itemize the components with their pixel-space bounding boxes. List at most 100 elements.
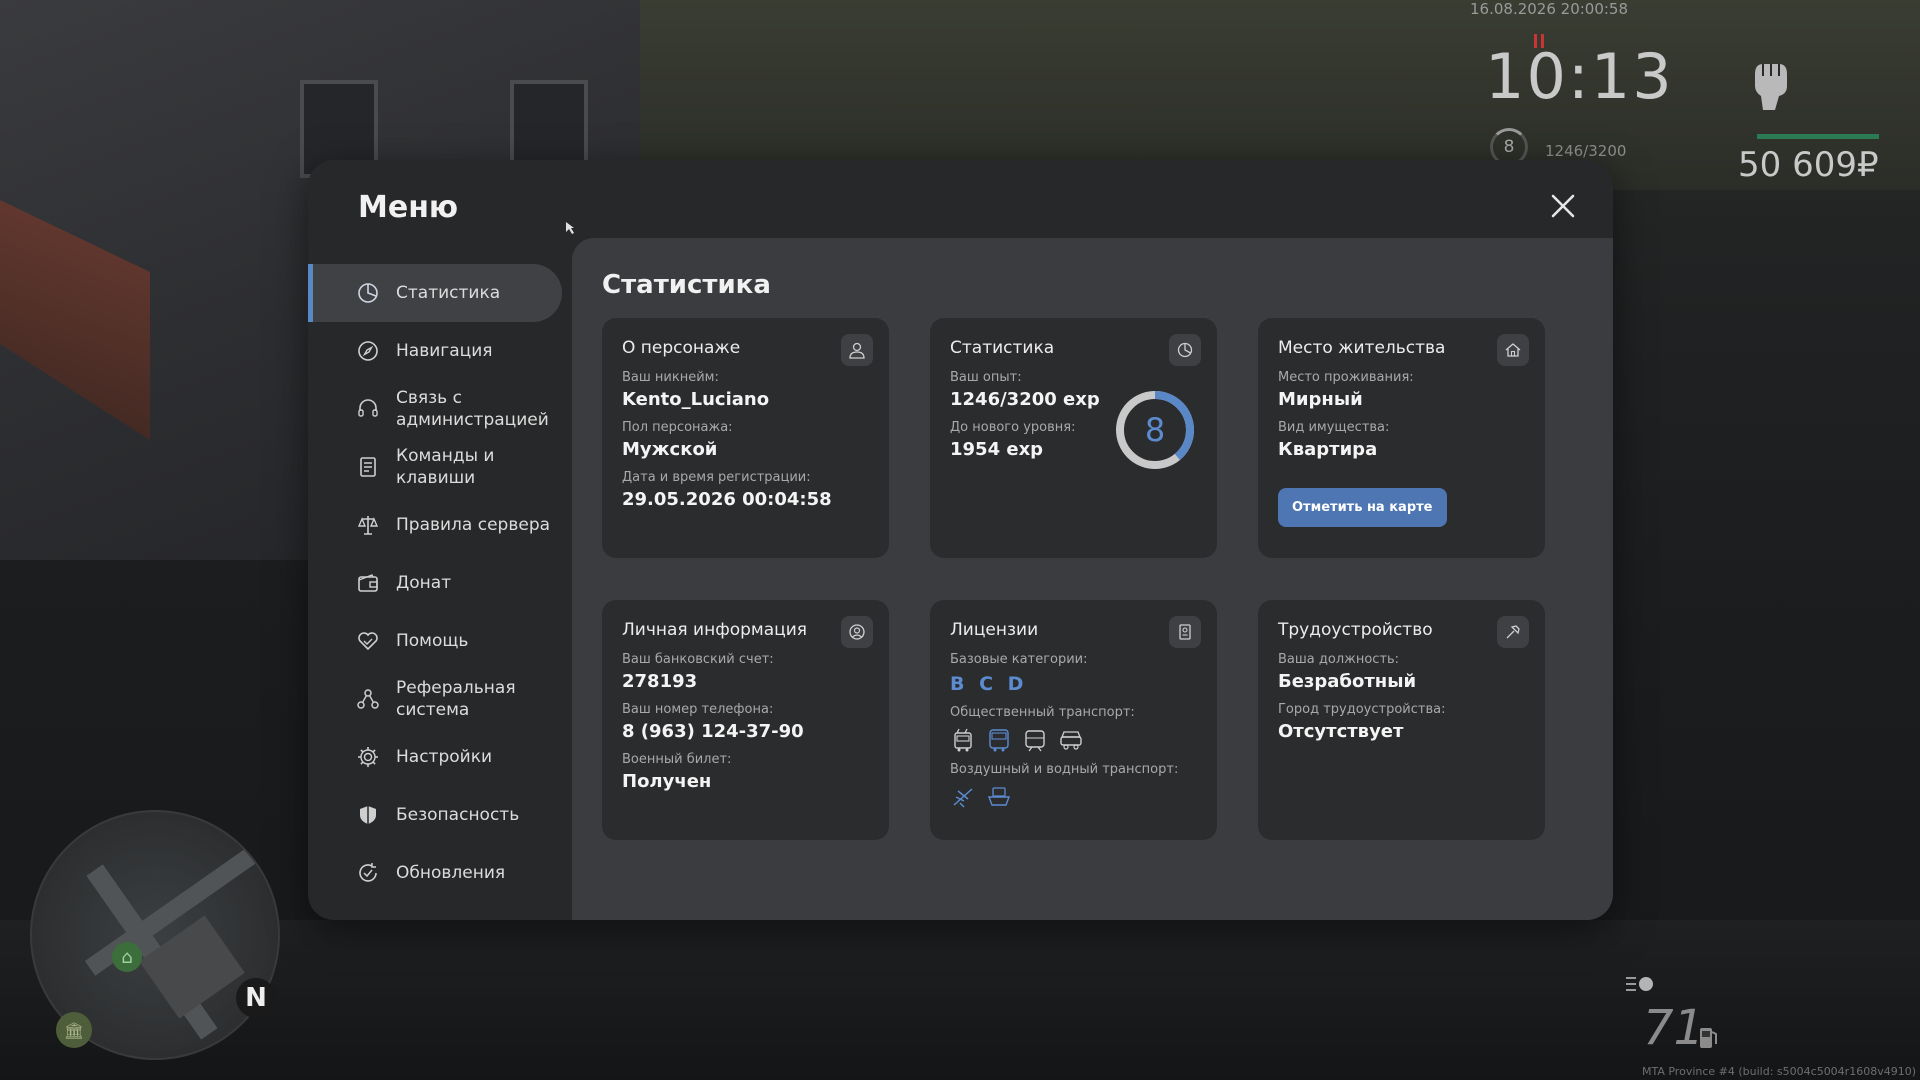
phone-value: 8 (963) 124-37-90 (622, 721, 804, 742)
wallet-icon (358, 574, 378, 592)
headlight-icon (1626, 977, 1653, 991)
pie-chart-icon (1177, 342, 1193, 358)
street (0, 920, 1920, 1080)
air-water-transport-icons (950, 785, 1197, 809)
hud-clock: 10:13 (1485, 40, 1674, 113)
sidebar-item-donate[interactable]: Донат (308, 554, 562, 612)
sidebar-item-label: Команды и клавиши (396, 446, 495, 488)
content-panel: Статистика О персонаже Ваш никнейм: Kent… (572, 238, 1613, 920)
card-personal-info: Личная информация Ваш банковский счет: 2… (602, 600, 889, 840)
home-icon: ⌂ (112, 942, 142, 972)
headset-icon (358, 399, 378, 417)
close-icon[interactable] (1545, 188, 1581, 224)
card-employment: Трудоустройство Ваша должность: Безработ… (1258, 600, 1545, 840)
boat-icon (987, 787, 1011, 806)
sidebar-item-security[interactable]: Безопасность (308, 786, 562, 844)
exp-label: Ваш опыт: (950, 370, 1022, 385)
sidebar-item-settings[interactable]: Настройки (308, 728, 562, 786)
card-icon-box (1497, 616, 1529, 648)
job-position-label: Ваша должность: (1278, 652, 1400, 667)
job-city-value: Отсутствует (1278, 721, 1404, 742)
mark-on-map-button[interactable]: Отметить на карте (1278, 488, 1447, 527)
fist-icon (1755, 64, 1787, 110)
menu-window: Меню Статистика Навигация Связь с админи… (308, 160, 1613, 920)
sidebar-item-label: Навигация (396, 341, 493, 361)
base-categories-label: Базовые категории: (950, 652, 1088, 667)
hud-date: 16.08.2026 20:00:58 (1470, 0, 1629, 18)
fuel-icon (1700, 1028, 1717, 1048)
gender-label: Пол персонажа: (622, 420, 733, 435)
north-indicator: N (236, 978, 276, 1018)
card-statistics: Статистика Ваш опыт: 1246/3200 exp До но… (930, 318, 1217, 558)
hammer-icon (1506, 625, 1520, 639)
card-icon-box (1497, 334, 1529, 366)
gear-icon (358, 747, 378, 767)
house-icon (1505, 343, 1521, 357)
residence-place-label: Место проживания: (1278, 370, 1414, 385)
bank-account-value: 278193 (622, 671, 698, 692)
handshake-heart-icon (358, 632, 378, 651)
sidebar-item-navigation[interactable]: Навигация (308, 322, 562, 380)
user-circle-icon (849, 624, 865, 640)
user-icon (849, 342, 865, 359)
registration-value: 29.05.2026 00:04:58 (622, 489, 832, 510)
card-character: О персонаже Ваш никнейм: Kento_Luciano П… (602, 318, 889, 558)
property-type-value: Квартира (1278, 439, 1378, 460)
tram-icon (1025, 730, 1045, 752)
card-residence: Место жительства Место проживания: Мирны… (1258, 318, 1545, 558)
document-icon (360, 457, 376, 477)
menu-title: Меню (358, 190, 459, 225)
sidebar-item-label: Настройки (396, 747, 493, 767)
sidebar-item-label: Статистика (396, 283, 501, 303)
referral-icon (357, 689, 379, 709)
card-icon-box (1169, 334, 1201, 366)
level-number: 8 (1144, 411, 1166, 449)
phone-label: Ваш номер телефона: (622, 702, 774, 717)
speedometer: 71 (1643, 1000, 1705, 1056)
trolleybus-icon (954, 728, 972, 752)
public-transport-label: Общественный транспорт: (950, 705, 1135, 720)
sidebar-item-referral[interactable]: Реферальная система (308, 670, 562, 728)
sidebar-item-label: Связь с администрацией (396, 388, 549, 430)
sidebar-item-label: Безопасность (396, 805, 520, 825)
compass-icon (358, 341, 378, 361)
mouse-cursor-icon (566, 222, 574, 234)
pie-chart-icon (358, 283, 378, 303)
registration-label: Дата и время регистрации: (622, 470, 811, 485)
card-icon-box (1169, 616, 1201, 648)
card-title: Трудоустройство (1278, 620, 1433, 640)
scales-icon (357, 516, 379, 535)
bank-account-label: Ваш банковский счет: (622, 652, 774, 667)
card-icon-box (841, 616, 873, 648)
card-title: Лицензии (950, 620, 1039, 640)
card-title: О персонаже (622, 338, 741, 358)
job-city-label: Город трудоустройства: (1278, 702, 1446, 717)
sidebar-item-admin-contact[interactable]: Связь с администрацией (308, 380, 562, 438)
sidebar-item-commands[interactable]: Команды и клавиши (308, 438, 562, 496)
sidebar-item-help[interactable]: Помощь (308, 612, 562, 670)
bus-icon (989, 729, 1009, 752)
license-document-icon (1179, 624, 1191, 640)
military-id-label: Военный билет: (622, 752, 732, 767)
public-transport-icons (950, 728, 1197, 752)
gender-value: Мужской (622, 439, 718, 460)
sidebar-item-statistics[interactable]: Статистика (308, 264, 562, 322)
bank-icon: 🏛 (56, 1012, 92, 1048)
health-bar (1757, 134, 1879, 139)
sidebar-item-label: Обновления (396, 863, 506, 883)
card-title: Статистика (950, 338, 1055, 358)
build-info: MTA Province #4 (build: s5004c5004r1608v… (1641, 1065, 1916, 1078)
card-icon-box (841, 334, 873, 366)
card-title: Личная информация (622, 620, 808, 640)
military-id-value: Получен (622, 771, 712, 792)
hud-exp: 1246/3200 (1545, 142, 1627, 160)
taxi-icon (1060, 731, 1082, 750)
sidebar-item-label: Помощь (396, 631, 469, 651)
residence-place-value: Мирный (1278, 389, 1363, 410)
sidebar-item-server-rules[interactable]: Правила сервера (308, 496, 562, 554)
airplane-icon (953, 788, 973, 808)
sidebar-item-updates[interactable]: Обновления (308, 844, 562, 902)
job-position-value: Безработный (1278, 671, 1417, 692)
air-water-transport-label: Воздушный и водный транспорт: (950, 762, 1179, 777)
nickname-value: Kento_Luciano (622, 389, 770, 410)
